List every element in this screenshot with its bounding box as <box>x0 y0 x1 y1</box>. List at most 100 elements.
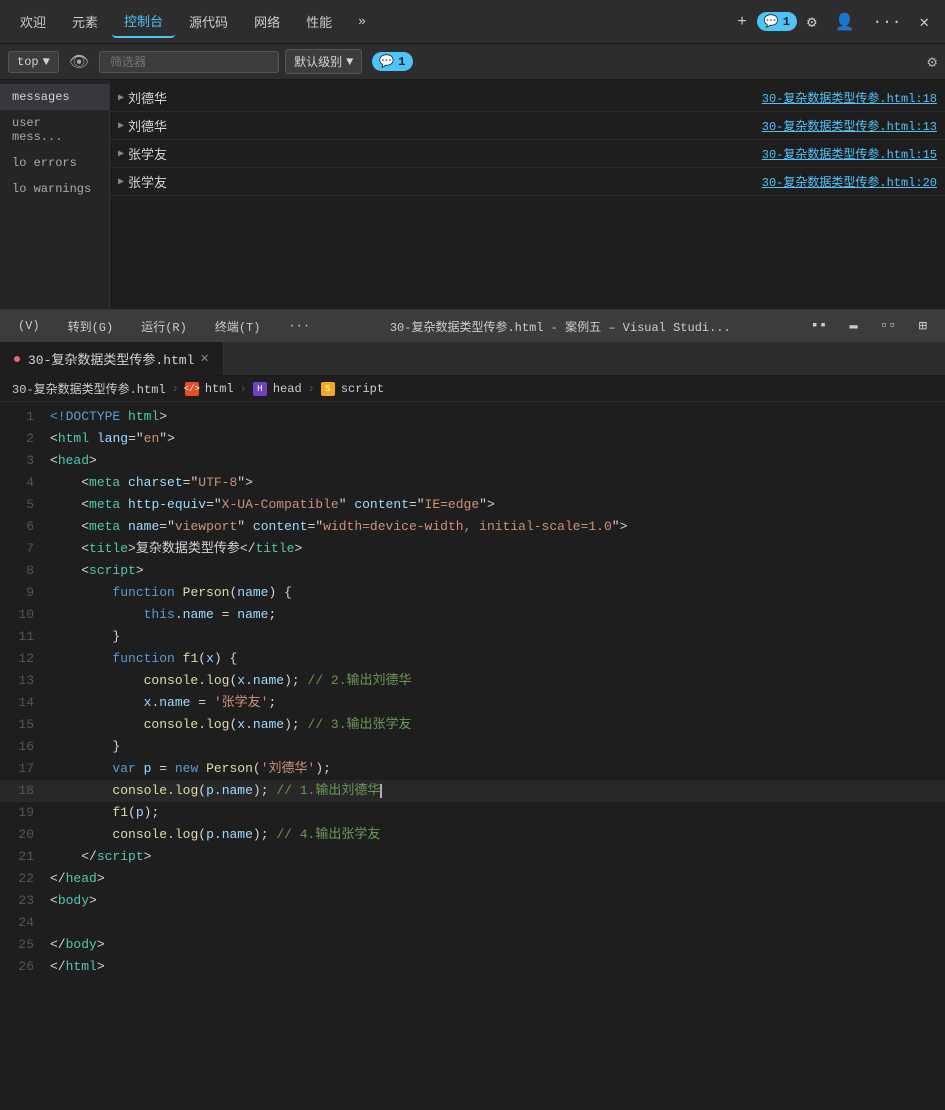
breadcrumb-file[interactable]: 30-复杂数据类型传参.html <box>12 380 166 397</box>
message-link[interactable]: 30-复杂数据类型传参.html:20 <box>762 173 937 190</box>
nav-tab-performance[interactable]: 性能 <box>294 6 344 37</box>
message-link[interactable]: 30-复杂数据类型传参.html:18 <box>762 89 937 106</box>
restore-button[interactable]: ▫▫ <box>874 316 903 337</box>
more-menu-button[interactable]: ··· <box>865 9 910 35</box>
line-content: <!DOCTYPE html> <box>50 406 945 428</box>
code-line-19: 19 f1(p); <box>0 802 945 824</box>
layout-button[interactable]: ⊞ <box>913 316 933 337</box>
code-line-24: 24 <box>0 912 945 934</box>
message-text: 张学友 <box>128 144 762 163</box>
line-number: 14 <box>0 692 50 714</box>
code-line-26: 26 </html> <box>0 956 945 978</box>
filter-input[interactable] <box>99 51 279 73</box>
console-count-badge[interactable]: 💬 1 <box>372 52 412 71</box>
line-content: <head> <box>50 450 945 472</box>
line-number: 21 <box>0 846 50 868</box>
breadcrumb-script[interactable]: script <box>341 382 384 396</box>
menu-item-more[interactable]: ··· <box>282 315 316 337</box>
console-settings-button[interactable]: ⚙ <box>927 52 937 72</box>
code-line-10: 10 this.name = name; <box>0 604 945 626</box>
line-number: 26 <box>0 956 50 978</box>
sidebar-item-warnings[interactable]: lo warnings <box>0 176 109 202</box>
code-line-1: 1 <!DOCTYPE html> <box>0 406 945 428</box>
settings-button[interactable]: ⚙ <box>799 8 825 36</box>
expand-arrow-icon: ▶ <box>118 92 124 104</box>
line-number: 9 <box>0 582 50 604</box>
line-content: f1(p); <box>50 802 945 824</box>
line-number: 12 <box>0 648 50 670</box>
split-editor-button[interactable]: ▪▪ <box>805 316 834 337</box>
code-line-14: 14 x.name = '张学友'; <box>0 692 945 714</box>
line-number: 24 <box>0 912 50 934</box>
console-row[interactable]: ▶ 张学友 30-复杂数据类型传参.html:15 <box>110 140 945 168</box>
code-line-21: 21 </script> <box>0 846 945 868</box>
minimize-button[interactable]: ▬ <box>843 316 863 337</box>
eye-button[interactable]: 👁 <box>65 50 93 74</box>
code-line-25: 25 </body> <box>0 934 945 956</box>
breadcrumb-html[interactable]: html <box>205 382 234 396</box>
menu-item-v[interactable]: (V) <box>12 315 46 337</box>
code-line-5: 5 <meta http-equiv="X-UA-Compatible" con… <box>0 494 945 516</box>
menu-item-terminal[interactable]: 终端(T) <box>209 314 267 339</box>
message-text: 刘德华 <box>128 88 762 107</box>
text-cursor <box>380 784 382 798</box>
line-number: 2 <box>0 428 50 450</box>
sidebar-item-errors[interactable]: lo errors <box>0 150 109 176</box>
nav-tab-elements[interactable]: 元素 <box>60 6 110 37</box>
level-dropdown[interactable]: 默认级别 ▼ <box>285 49 362 74</box>
level-label: 默认级别 <box>294 53 342 70</box>
line-number: 22 <box>0 868 50 890</box>
console-row[interactable]: ▶ 刘德华 30-复杂数据类型传参.html:13 <box>110 112 945 140</box>
line-content: this.name = name; <box>50 604 945 626</box>
code-editor[interactable]: 1 <!DOCTYPE html> 2 <html lang="en"> 3 <… <box>0 402 945 982</box>
nav-tab-network[interactable]: 网络 <box>242 6 292 37</box>
head-icon: H <box>253 382 267 396</box>
file-tab[interactable]: 30-复杂数据类型传参.html ✕ <box>0 342 224 375</box>
console-badge[interactable]: 💬 1 <box>757 12 797 31</box>
code-line-23: 23 <body> <box>0 890 945 912</box>
sidebar-item-messages[interactable]: messages <box>0 84 109 110</box>
top-label: top <box>17 55 39 69</box>
nav-more-tabs[interactable]: » <box>346 8 378 35</box>
nav-tab-sources[interactable]: 源代码 <box>177 6 240 37</box>
expand-arrow-icon: ▶ <box>118 176 124 188</box>
close-tab-button[interactable]: ✕ <box>200 350 208 367</box>
line-number: 18 <box>0 780 50 802</box>
line-content: <script> <box>50 560 945 582</box>
line-number: 23 <box>0 890 50 912</box>
line-content: console.log(p.name); // 4.输出张学友 <box>50 824 945 846</box>
console-row[interactable]: ▶ 张学友 30-复杂数据类型传参.html:20 <box>110 168 945 196</box>
line-content: <meta name="viewport" content="width=dev… <box>50 516 945 538</box>
breadcrumb-head[interactable]: head <box>273 382 302 396</box>
line-number: 1 <box>0 406 50 428</box>
code-line-12: 12 function f1(x) { <box>0 648 945 670</box>
line-number: 13 <box>0 670 50 692</box>
close-devtools-button[interactable]: ✕ <box>911 8 937 36</box>
message-link[interactable]: 30-复杂数据类型传参.html:13 <box>762 117 937 134</box>
menu-item-goto[interactable]: 转到(G) <box>62 314 120 339</box>
code-line-20: 20 console.log(p.name); // 4.输出张学友 <box>0 824 945 846</box>
line-number: 4 <box>0 472 50 494</box>
badge-dot-icon: 💬 <box>379 54 394 69</box>
line-number: 6 <box>0 516 50 538</box>
menu-item-run[interactable]: 运行(R) <box>135 314 193 339</box>
line-content: </script> <box>50 846 945 868</box>
file-modified-dot <box>14 356 20 362</box>
nav-tab-console[interactable]: 控制台 <box>112 5 175 38</box>
sidebar-item-user-messages[interactable]: user mess... <box>0 110 109 150</box>
line-content: console.log(x.name); // 2.输出刘德华 <box>50 670 945 692</box>
code-line-6: 6 <meta name="viewport" content="width=d… <box>0 516 945 538</box>
level-arrow-icon: ▼ <box>346 55 353 69</box>
console-row[interactable]: ▶ 刘德华 30-复杂数据类型传参.html:18 <box>110 84 945 112</box>
context-dropdown[interactable]: top ▼ <box>8 51 59 73</box>
add-tab-button[interactable]: + <box>729 9 755 35</box>
profile-button[interactable]: 👤 <box>827 8 863 36</box>
nav-tab-welcome[interactable]: 欢迎 <box>8 6 58 37</box>
line-content: console.log(x.name); // 3.输出张学友 <box>50 714 945 736</box>
badge-count: 1 <box>783 15 790 29</box>
message-text: 张学友 <box>128 172 762 191</box>
code-line-9: 9 function Person(name) { <box>0 582 945 604</box>
message-link[interactable]: 30-复杂数据类型传参.html:15 <box>762 145 937 162</box>
breadcrumb-sep-3: › <box>308 382 315 396</box>
line-number: 16 <box>0 736 50 758</box>
